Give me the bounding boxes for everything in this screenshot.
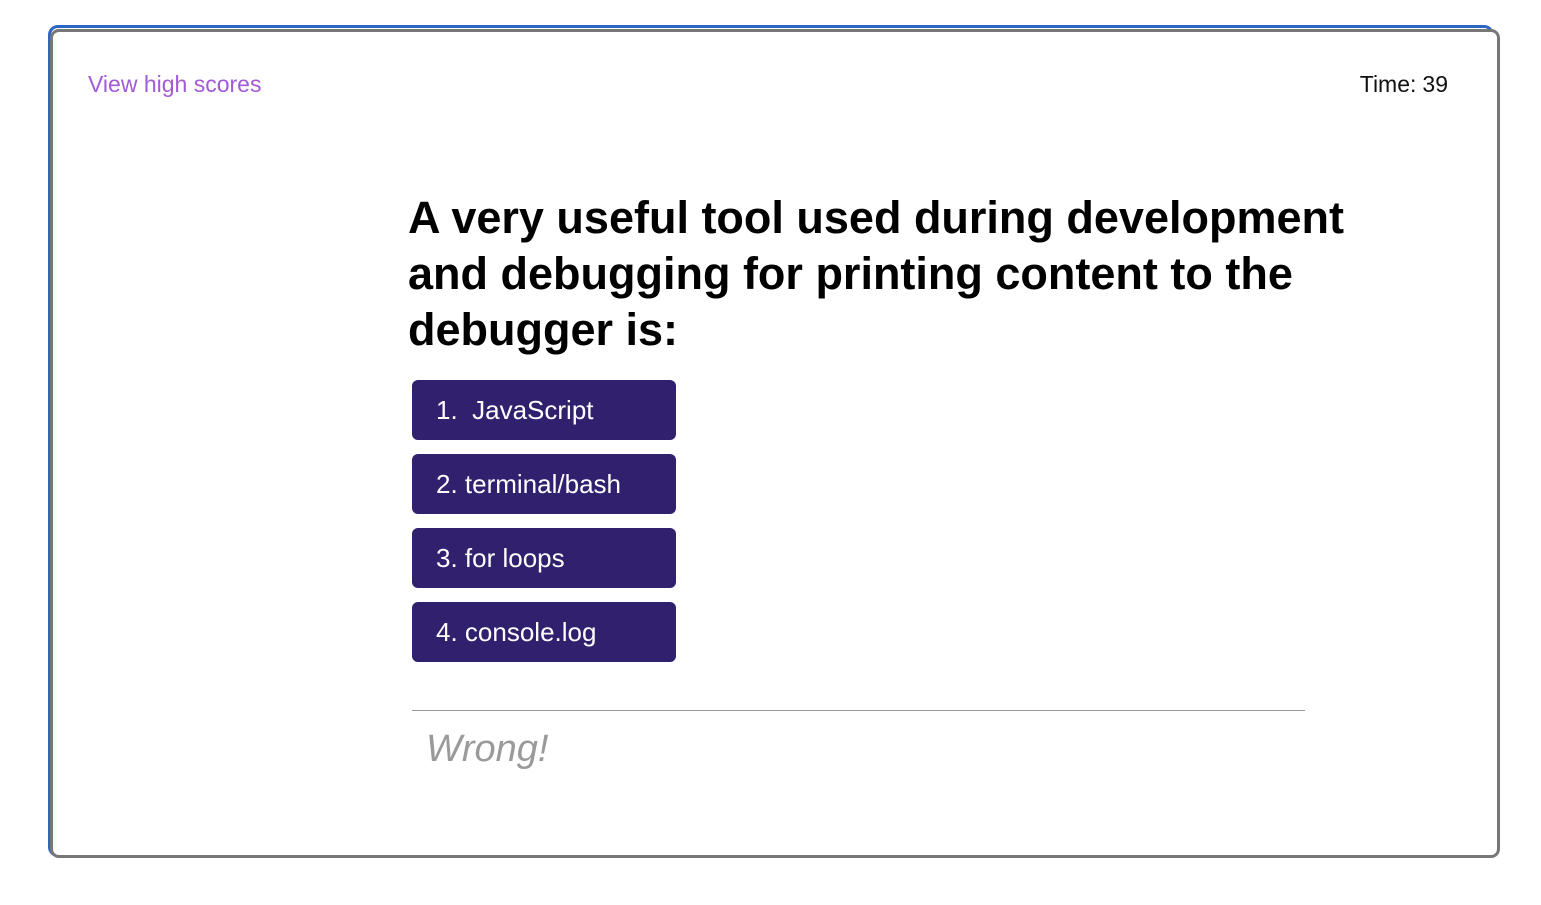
answer-button-1[interactable]: 1. JavaScript [412, 380, 676, 440]
answer-button-4[interactable]: 4. console.log [412, 602, 676, 662]
timer-value: 39 [1422, 71, 1448, 97]
answer-list: 1. JavaScript 2. terminal/bash 3. for lo… [412, 380, 676, 676]
answer-feedback: Wrong! [426, 728, 549, 770]
timer-label: Time: [1359, 71, 1417, 97]
timer: Time: 39 [1360, 69, 1448, 99]
answer-button-3[interactable]: 3. for loops [412, 528, 676, 588]
quiz-card [50, 29, 1500, 858]
question-text: A very useful tool used during developme… [408, 192, 1344, 355]
view-high-scores-link[interactable]: View high scores [88, 69, 261, 99]
answer-button-2[interactable]: 2. terminal/bash [412, 454, 676, 514]
feedback-divider [412, 710, 1305, 711]
